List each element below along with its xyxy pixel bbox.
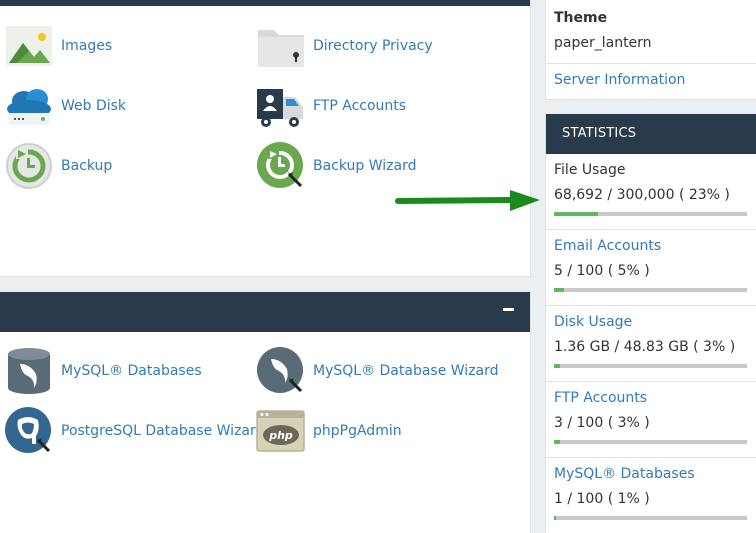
usage-bar xyxy=(554,364,747,368)
usage-bar-fill xyxy=(554,364,560,368)
postgresql-wizard-icon xyxy=(5,407,51,453)
usage-bar xyxy=(554,440,747,444)
ftp-accounts-icon xyxy=(257,89,303,127)
app-mysql-database-wizard[interactable]: MySQL® Database Wizard xyxy=(256,346,499,396)
app-images[interactable]: Images xyxy=(4,21,112,71)
stat-item: FTP Accounts 3 / 100 ( 3% ) xyxy=(546,382,756,458)
app-directory-privacy[interactable]: Directory Privacy xyxy=(256,21,433,71)
files-panel-header xyxy=(0,0,530,6)
app-backup[interactable]: Backup xyxy=(4,141,112,191)
server-information-link[interactable]: Server Information xyxy=(554,72,685,88)
phppgadmin-icon: php xyxy=(256,410,305,452)
images-icon xyxy=(6,26,52,66)
mysql-database-icon xyxy=(8,348,50,394)
app-label: MySQL® Databases xyxy=(61,363,202,379)
theme-label: Theme xyxy=(554,10,608,26)
annotation-arrow xyxy=(395,190,540,211)
usage-bar xyxy=(554,516,747,520)
stat-name[interactable]: Email Accounts xyxy=(554,238,661,254)
stat-value: 3 / 100 ( 3% ) xyxy=(554,415,650,431)
statistics-header: STATISTICS xyxy=(546,114,756,154)
stat-value: 68,692 / 300,000 ( 23% ) xyxy=(554,187,730,203)
app-ftp-accounts[interactable]: FTP Accounts xyxy=(256,81,406,131)
app-label: Web Disk xyxy=(61,98,127,114)
files-panel: Images Directory Privacy Web Disk FTP Ac… xyxy=(0,0,531,277)
stat-value: 1 / 100 ( 1% ) xyxy=(554,491,650,507)
app-label: FTP Accounts xyxy=(313,98,407,114)
app-label: Backup xyxy=(61,158,113,174)
stat-name: File Usage xyxy=(554,162,626,178)
usage-bar xyxy=(554,212,747,216)
databases-panel-header xyxy=(0,292,530,332)
app-web-disk[interactable]: Web Disk xyxy=(4,81,126,131)
stat-item: Disk Usage 1.36 GB / 48.83 GB ( 3% ) xyxy=(546,306,756,382)
mysql-wizard-icon xyxy=(257,347,303,393)
divider xyxy=(546,63,756,64)
app-label: Backup Wizard xyxy=(313,158,417,174)
collapse-icon[interactable] xyxy=(503,308,514,311)
stat-name[interactable]: FTP Accounts xyxy=(554,390,647,406)
backup-wizard-icon xyxy=(257,142,303,188)
usage-bar-fill xyxy=(554,212,599,216)
usage-bar xyxy=(554,288,747,292)
directory-privacy-icon xyxy=(258,30,304,67)
backup-icon xyxy=(6,143,52,189)
stat-item: MySQL® Databases 1 / 100 ( 1% ) xyxy=(546,458,756,533)
statistics-panel: STATISTICS File Usage 68,692 / 300,000 ( … xyxy=(545,114,756,533)
app-label: Images xyxy=(61,38,113,54)
app-label: MySQL® Database Wizard xyxy=(313,363,499,379)
stat-value: 1.36 GB / 48.83 GB ( 3% ) xyxy=(554,339,736,355)
app-phppgadmin[interactable]: php phpPgAdmin xyxy=(256,406,402,456)
app-label: PostgreSQL Database Wizard xyxy=(61,423,265,439)
stat-item: File Usage 68,692 / 300,000 ( 23% ) xyxy=(546,154,756,230)
usage-bar-fill xyxy=(554,440,560,444)
app-backup-wizard[interactable]: Backup Wizard xyxy=(256,141,417,191)
app-mysql-databases[interactable]: MySQL® Databases xyxy=(4,346,202,396)
stat-item: Email Accounts 5 / 100 ( 5% ) xyxy=(546,230,756,306)
usage-bar-fill xyxy=(554,288,564,292)
theme-value: paper_lantern xyxy=(554,35,652,51)
stat-name[interactable]: Disk Usage xyxy=(554,314,632,330)
app-postgresql-database-wizard[interactable]: PostgreSQL Database Wizard xyxy=(4,406,264,456)
app-label: Directory Privacy xyxy=(313,38,433,54)
usage-bar-fill xyxy=(554,516,556,520)
stat-value: 5 / 100 ( 5% ) xyxy=(554,263,650,279)
web-disk-icon xyxy=(7,89,51,125)
account-info-panel: Theme paper_lantern Server Information xyxy=(545,0,756,100)
stat-name[interactable]: MySQL® Databases xyxy=(554,466,695,482)
svg-text:php: php xyxy=(268,429,293,442)
databases-panel: MySQL® Databases MySQL® Database Wizard … xyxy=(0,292,531,533)
app-label: phpPgAdmin xyxy=(313,423,402,439)
